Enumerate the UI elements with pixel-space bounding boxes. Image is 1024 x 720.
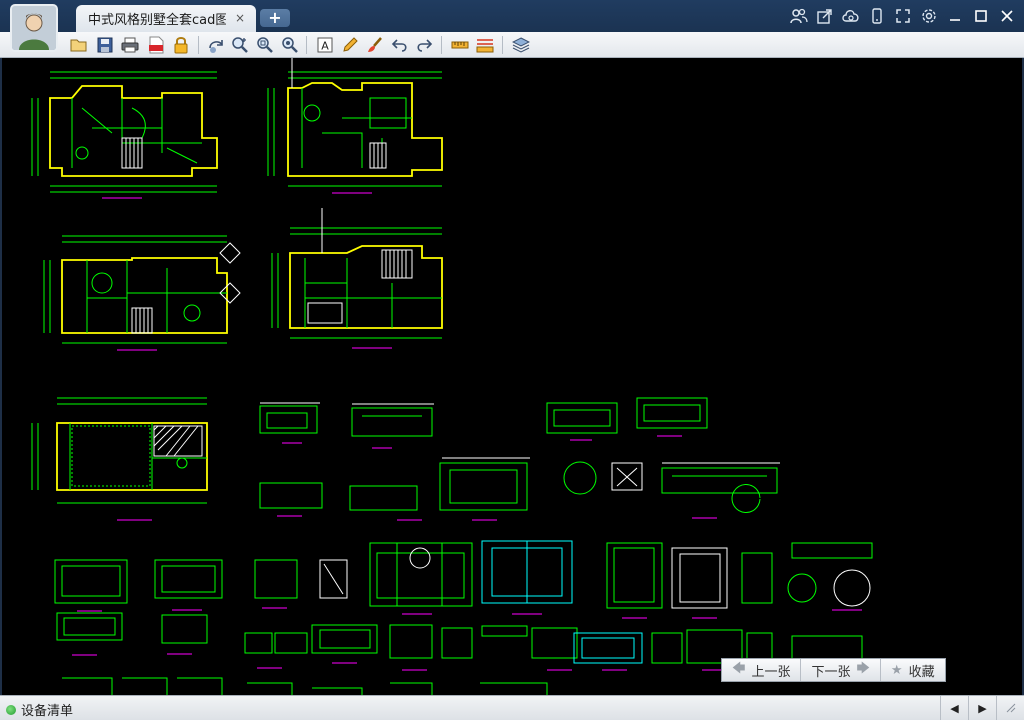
lock-icon[interactable]: [170, 34, 192, 56]
favorite-label: 收藏: [908, 664, 935, 680]
title-bar: 中式风格别墅全套cad图... × +: [0, 0, 1024, 32]
close-icon[interactable]: [996, 5, 1018, 27]
mobile-icon[interactable]: [866, 5, 888, 27]
share-icon[interactable]: [814, 5, 836, 27]
status-bar: 设备清单 ◀ ▶: [0, 695, 1024, 720]
open-folder-icon[interactable]: [68, 34, 90, 56]
elevation-drawings-row2: [54, 540, 873, 609]
avatar[interactable]: [10, 4, 58, 52]
rotate-icon[interactable]: [205, 34, 227, 56]
floor-plan-1: [31, 71, 218, 199]
arrow-right-icon: 🡆: [856, 661, 870, 676]
zoom-window-icon[interactable]: [279, 34, 301, 56]
print-icon[interactable]: [119, 34, 141, 56]
pdf-icon[interactable]: [145, 34, 167, 56]
page-prev-button[interactable]: ◀: [940, 696, 968, 720]
text-icon[interactable]: A: [314, 34, 336, 56]
minimize-icon[interactable]: [944, 5, 966, 27]
tab-title: 中式风格别墅全套cad图...: [88, 13, 226, 28]
users-icon[interactable]: [788, 5, 810, 27]
measure-area-icon[interactable]: [474, 34, 496, 56]
fullscreen-icon[interactable]: [892, 5, 914, 27]
device-list-label: 设备清单: [21, 704, 74, 719]
save-icon[interactable]: [94, 34, 116, 56]
brush-icon[interactable]: [364, 34, 386, 56]
star-icon: ★: [890, 662, 903, 678]
settings-icon[interactable]: [918, 5, 940, 27]
redo-icon[interactable]: [413, 34, 435, 56]
cloud-icon[interactable]: [840, 5, 862, 27]
new-tab-button[interactable]: +: [260, 9, 290, 27]
garden-plan: [31, 397, 208, 521]
layers-icon[interactable]: [510, 34, 532, 56]
image-navigation: 🡄 上一张 下一张 🡆 ★ 收藏: [721, 658, 946, 682]
prev-image-button[interactable]: 🡄 上一张: [722, 659, 802, 681]
pager: ◀ ▶: [940, 696, 1024, 720]
svg-text:A: A: [321, 40, 329, 53]
floor-plan-3: [43, 235, 241, 351]
cad-drawing: [31, 58, 873, 695]
app-window: 中式风格别墅全套cad图... × + A 🡄 上一张 下一张 🡆 ★ 收藏 设…: [0, 0, 1024, 720]
zoom-fit-icon[interactable]: [254, 34, 276, 56]
floor-plan-4: [271, 208, 443, 349]
pencil-icon[interactable]: [339, 34, 361, 56]
resize-grip-icon[interactable]: [996, 696, 1024, 720]
status-dot-icon: [6, 704, 16, 715]
toolbar: A: [0, 32, 1024, 58]
favorite-button[interactable]: ★ 收藏: [880, 659, 945, 681]
floor-plan-2: [267, 58, 443, 194]
maximize-icon[interactable]: [970, 5, 992, 27]
next-image-button[interactable]: 下一张 🡆: [801, 659, 881, 681]
window-controls: [788, 5, 1018, 27]
page-next-button[interactable]: ▶: [968, 696, 996, 720]
next-image-label: 下一张: [811, 664, 851, 680]
measure-icon[interactable]: [449, 34, 471, 56]
detail-drawings-row1: [259, 397, 778, 513]
device-list-button[interactable]: 设备清单: [6, 700, 73, 719]
zoom-in-icon[interactable]: [229, 34, 251, 56]
prev-image-label: 上一张: [751, 664, 791, 680]
arrow-left-icon: 🡄: [732, 661, 746, 676]
cad-drawing-canvas[interactable]: [2, 58, 1022, 695]
document-tab[interactable]: 中式风格别墅全套cad图... ×: [76, 5, 256, 32]
undo-icon[interactable]: [389, 34, 411, 56]
tab-close-button[interactable]: ×: [234, 12, 246, 24]
